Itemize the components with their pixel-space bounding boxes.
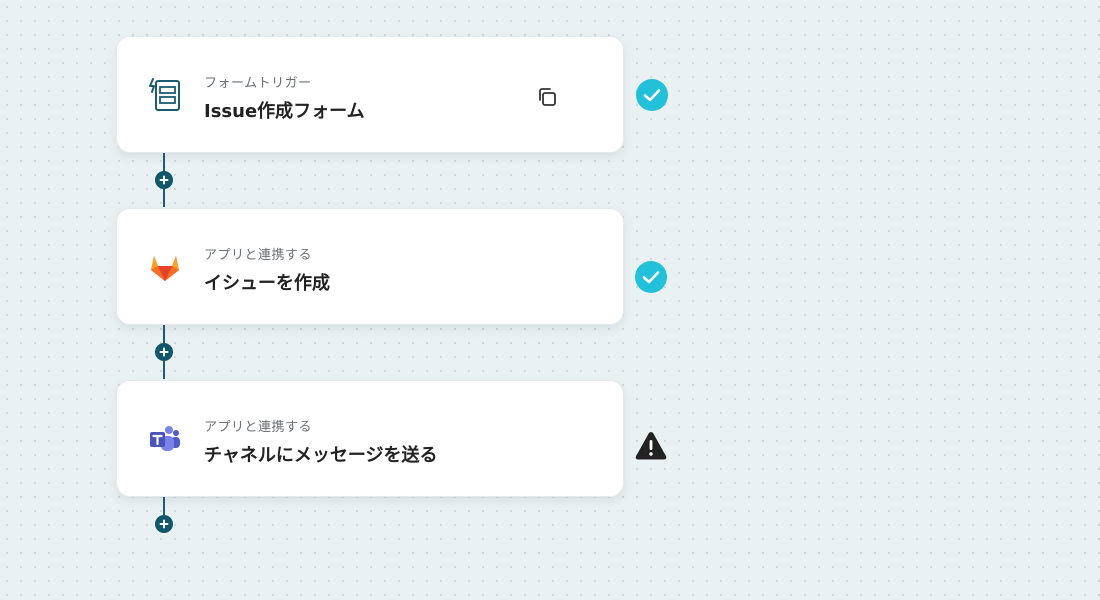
step-complete-check-icon: [636, 79, 668, 111]
gitlab-icon: [147, 249, 183, 285]
flow-step-card[interactable]: アプリと連携する チャネルにメッセージを送る: [116, 380, 624, 497]
teams-icon: [147, 421, 183, 457]
step-title: Issue作成フォーム: [204, 101, 365, 122]
plus-icon: [159, 519, 169, 529]
step-type-label: アプリと連携する: [204, 248, 313, 263]
add-step-button[interactable]: [155, 171, 173, 189]
add-step-button[interactable]: [155, 343, 173, 361]
step-title: チャネルにメッセージを送る: [204, 445, 438, 466]
flow-step-card[interactable]: フォームトリガー Issue作成フォーム: [116, 36, 624, 153]
step-type-label: アプリと連携する: [204, 420, 313, 435]
add-step-button[interactable]: [155, 515, 173, 533]
flow-step-card[interactable]: アプリと連携する イシューを作成: [116, 208, 624, 325]
step-warning-icon: [635, 430, 667, 462]
step-complete-check-icon: [635, 261, 667, 293]
copy-icon[interactable]: [535, 85, 559, 109]
form-trigger-icon: [147, 77, 183, 113]
plus-icon: [159, 175, 169, 185]
flow-connector: [163, 497, 165, 515]
plus-icon: [159, 347, 169, 357]
step-title: イシューを作成: [204, 273, 330, 294]
step-type-label: フォームトリガー: [204, 76, 312, 91]
